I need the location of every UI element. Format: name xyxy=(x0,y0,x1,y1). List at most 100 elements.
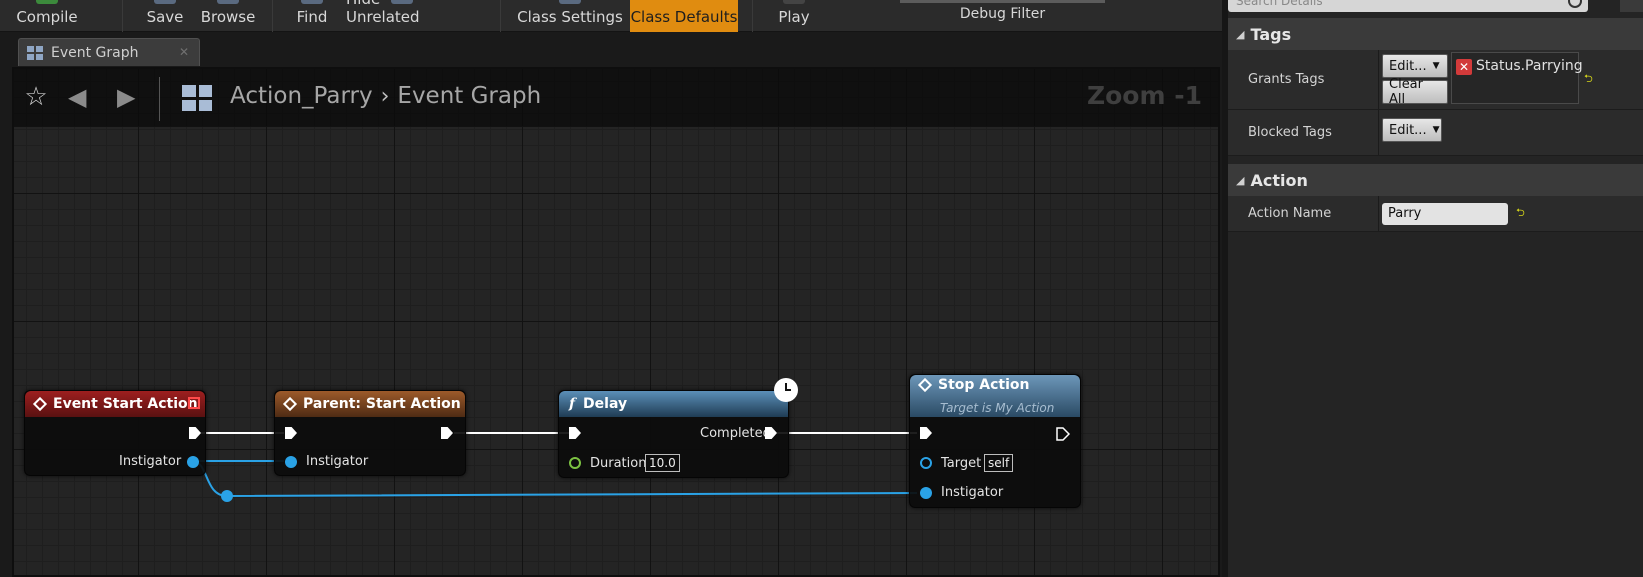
node-delay[interactable]: f Delay Completed Duration 10.0 xyxy=(558,390,789,478)
compile-icon xyxy=(36,0,58,4)
exec-in-pin[interactable] xyxy=(920,427,932,439)
reroute-node xyxy=(221,490,233,502)
compile-button[interactable]: Compile xyxy=(10,0,84,32)
details-panel: Search Details ◢ Tags Grants Tags Edit..… xyxy=(1222,0,1643,577)
node-subtitle: Target is My Action xyxy=(940,401,1055,415)
node-header: f Delay xyxy=(559,391,788,417)
save-icon xyxy=(154,0,176,4)
node-event-start-action[interactable]: Event Start Action Instigator xyxy=(24,390,206,476)
find-button[interactable]: Find xyxy=(290,0,334,32)
button-label: Edit... xyxy=(1389,58,1427,74)
target-in-pin[interactable] xyxy=(920,457,932,469)
class-defaults-label: Class Defaults xyxy=(630,8,738,26)
category-title: Tags xyxy=(1250,24,1292,44)
node-header: Parent: Start Action xyxy=(275,391,465,417)
class-settings-icon xyxy=(559,0,581,4)
property-label: Grants Tags xyxy=(1248,72,1325,87)
remove-tag-icon[interactable]: ✕ xyxy=(1456,59,1472,75)
play-button[interactable]: Play xyxy=(768,0,820,32)
find-label: Find xyxy=(296,8,328,26)
delegate-pin-icon[interactable] xyxy=(188,397,200,409)
category-title: Action xyxy=(1250,170,1308,190)
search-input[interactable]: Search Details xyxy=(1228,0,1588,12)
exec-out-pin[interactable] xyxy=(1056,427,1070,441)
column-divider[interactable] xyxy=(1378,110,1379,155)
browse-icon xyxy=(217,0,239,4)
duration-in-pin[interactable] xyxy=(569,457,581,469)
property-label: Blocked Tags xyxy=(1248,125,1332,140)
button-label: Clear All xyxy=(1389,77,1423,107)
column-divider[interactable] xyxy=(1378,196,1379,231)
column-divider[interactable] xyxy=(1378,50,1379,109)
chevron-down-icon: ▼ xyxy=(1432,61,1440,71)
function-call-icon xyxy=(917,377,933,393)
view-options-icon[interactable] xyxy=(1620,0,1643,12)
graph-icon xyxy=(27,45,43,60)
tab-label: Event Graph xyxy=(51,44,139,61)
node-stop-action[interactable]: Stop Action Target is My Action Target s… xyxy=(909,374,1081,508)
clock-icon xyxy=(774,378,798,402)
node-title: Stop Action xyxy=(938,377,1030,393)
tag-label: Status.Parrying xyxy=(1476,58,1583,74)
class-defaults-button[interactable]: Class Defaults xyxy=(630,0,738,32)
graph-editor-canvas[interactable]: ☆ ◀ ▶ Action_Parry › Event Graph Zoom -1… xyxy=(12,67,1220,577)
category-action[interactable]: ◢ Action xyxy=(1228,164,1643,196)
chevron-down-icon: ▼ xyxy=(1432,125,1440,135)
blocked-tags-edit-button[interactable]: Edit... ▼ xyxy=(1382,118,1442,142)
instigator-out-pin[interactable] xyxy=(187,456,199,468)
search-placeholder: Search Details xyxy=(1236,0,1323,8)
pin-label: Instigator xyxy=(306,454,369,469)
toolbar-separator xyxy=(272,0,273,32)
hide-unrelated-button[interactable]: Hide Unrelated xyxy=(346,0,458,32)
toolbar-separator xyxy=(122,0,123,32)
collapse-arrow-icon: ◢ xyxy=(1236,27,1245,41)
play-icon xyxy=(783,0,805,4)
exec-out-pin[interactable] xyxy=(189,427,201,439)
duration-value-field[interactable]: 10.0 xyxy=(645,454,680,472)
action-name-field[interactable]: Parry xyxy=(1382,203,1508,225)
save-button[interactable]: Save xyxy=(140,0,190,32)
pin-label: Instigator xyxy=(941,485,1004,500)
node-parent-start-action[interactable]: Parent: Start Action Instigator xyxy=(274,390,466,476)
main-toolbar: Compile Save Browse Find Hide Unrelated … xyxy=(0,0,1222,32)
find-icon xyxy=(301,0,323,4)
tab-event-graph[interactable]: Event Graph ✕ xyxy=(18,38,200,66)
granted-tags-list: ✕ Status.Parrying xyxy=(1451,52,1583,104)
instigator-in-pin[interactable] xyxy=(920,487,932,499)
exec-in-pin[interactable] xyxy=(569,427,581,439)
hide-unrelated-icon xyxy=(391,0,413,4)
function-icon: f xyxy=(569,396,576,412)
target-value-field[interactable]: self xyxy=(984,454,1014,472)
property-label: Action Name xyxy=(1248,206,1332,221)
node-title: Parent: Start Action xyxy=(303,396,461,412)
node-header: Event Start Action xyxy=(25,391,205,417)
instigator-in-pin[interactable] xyxy=(285,456,297,468)
reset-to-default-icon[interactable]: ⮌ xyxy=(1584,70,1593,89)
compile-label: Compile xyxy=(16,8,78,26)
category-tags[interactable]: ◢ Tags xyxy=(1228,18,1643,50)
browse-button[interactable]: Browse xyxy=(198,0,258,32)
class-settings-label: Class Settings xyxy=(517,8,623,26)
browse-label: Browse xyxy=(200,8,256,26)
pin-label: Duration xyxy=(590,456,647,471)
reset-to-default-icon[interactable]: ⮌ xyxy=(1516,204,1525,223)
clear-all-button[interactable]: Clear All xyxy=(1382,77,1448,107)
exec-in-pin[interactable] xyxy=(285,427,297,439)
save-label: Save xyxy=(146,8,184,26)
property-blocked-tags: Blocked Tags Edit... ▼ xyxy=(1228,110,1643,156)
completed-out-pin[interactable] xyxy=(765,427,777,439)
play-label: Play xyxy=(778,8,810,26)
class-settings-button[interactable]: Class Settings xyxy=(516,0,624,32)
button-label: Edit... xyxy=(1389,122,1427,138)
debug-filter-label: Debug Filter xyxy=(959,6,1046,22)
node-header: Stop Action Target is My Action xyxy=(910,375,1080,417)
node-title: Event Start Action xyxy=(53,396,198,412)
details-empty-area xyxy=(1228,232,1643,577)
node-title: Delay xyxy=(583,396,628,412)
exec-out-pin[interactable] xyxy=(441,427,453,439)
collapse-arrow-icon: ◢ xyxy=(1236,173,1245,187)
debug-filter-dropdown[interactable] xyxy=(900,0,1105,3)
pin-label: Completed xyxy=(700,426,771,441)
close-icon[interactable]: ✕ xyxy=(179,45,189,59)
grants-tags-edit-button[interactable]: Edit... ▼ xyxy=(1382,54,1448,78)
